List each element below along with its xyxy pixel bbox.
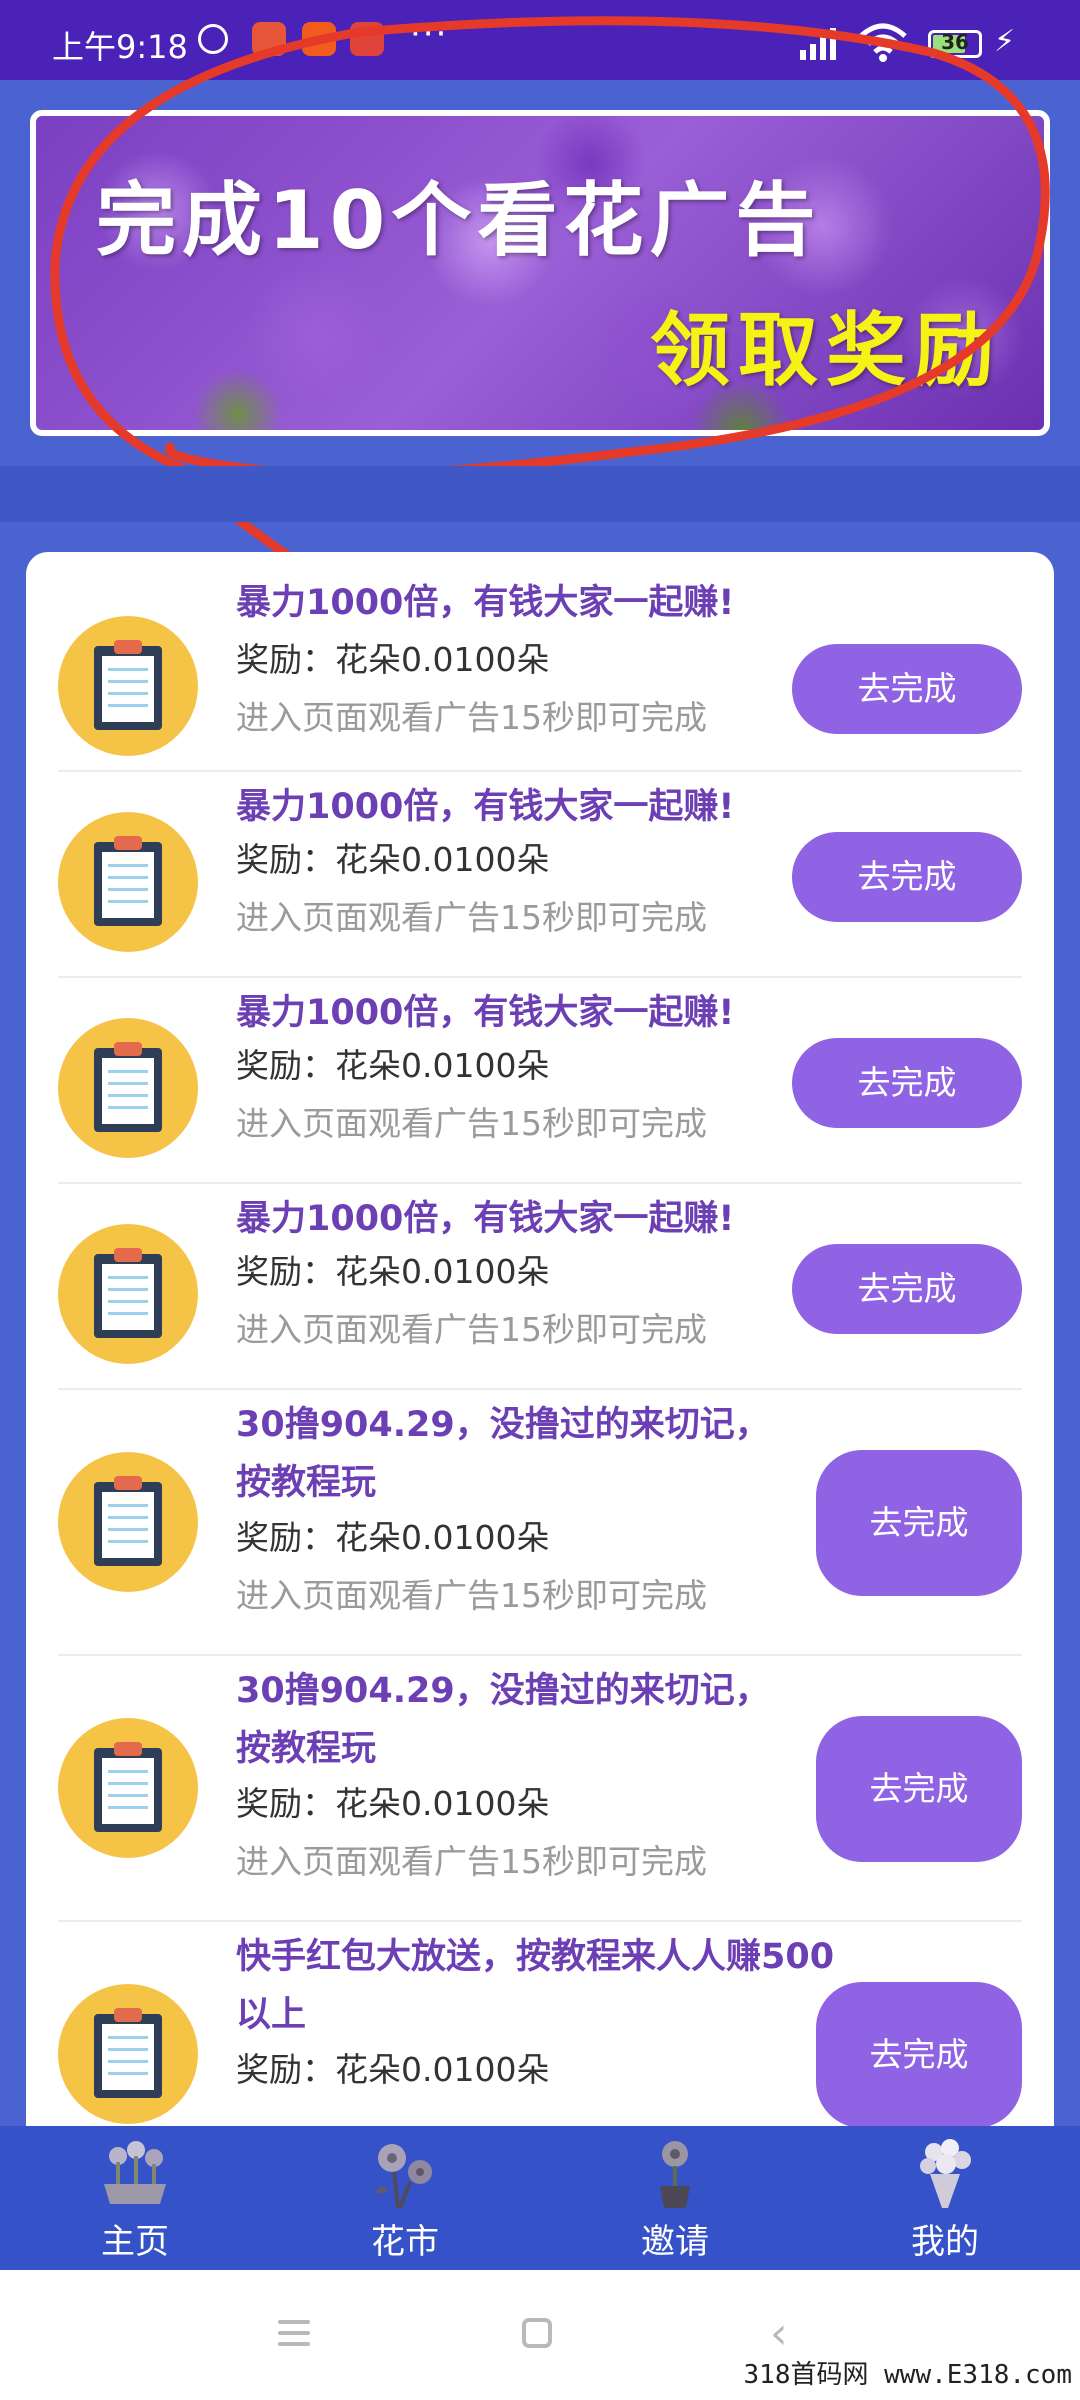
nav-label: 邀请 xyxy=(641,2222,709,2262)
more-notifications-indicator: ··· xyxy=(410,14,449,54)
task-reward: 奖励：花朵0.0100朵 xyxy=(236,1252,550,1291)
clipboard-icon xyxy=(58,1224,198,1364)
task-description: 进入页面观看广告15秒即可完成 xyxy=(236,1310,707,1349)
complete-task-button[interactable]: 去完成 xyxy=(816,1450,1022,1596)
task-title: 暴力1000倍，有钱大家一起赚! xyxy=(236,993,735,1033)
banner-title: 完成10个看花广告 xyxy=(96,174,822,267)
wifi-icon xyxy=(859,23,907,62)
charging-icon: ⚡ xyxy=(994,24,1016,59)
task-title: 暴力1000倍，有钱大家一起赚! xyxy=(236,583,735,623)
clipboard-icon xyxy=(58,616,198,756)
complete-task-button[interactable]: 去完成 xyxy=(816,1982,1022,2128)
task-description: 进入页面观看广告15秒即可完成 xyxy=(236,898,707,937)
status-bar: 上午9:18 ··· 36 ⚡ xyxy=(0,0,1080,80)
app-notification-icon xyxy=(350,22,384,56)
nav-label: 我的 xyxy=(911,2222,979,2262)
task-description: 进入页面观看广告15秒即可完成 xyxy=(236,1842,707,1881)
task-title: 暴力1000倍，有钱大家一起赚! xyxy=(236,787,735,827)
task-description: 进入页面观看广告15秒即可完成 xyxy=(236,1104,707,1143)
task-item: 暴力1000倍，有钱大家一起赚! 奖励：花朵0.0100朵 进入页面观看广告15… xyxy=(58,566,1022,772)
taobao-icon xyxy=(302,22,336,56)
task-item: 快手红包大放送，按教程来人人赚500以上 奖励：花朵0.0100朵 去完成 xyxy=(58,1922,1022,2152)
nav-item-flower-market[interactable]: 花市 xyxy=(270,2126,540,2270)
complete-task-button[interactable]: 去完成 xyxy=(792,1244,1022,1334)
clipboard-icon xyxy=(58,1018,198,1158)
task-item: 暴力1000倍，有钱大家一起赚! 奖励：花朵0.0100朵 进入页面观看广告15… xyxy=(58,1184,1022,1390)
banner-subtitle: 领取奖励 xyxy=(650,304,1002,397)
battery-level: 36 xyxy=(941,30,969,54)
task-item: 暴力1000倍，有钱大家一起赚! 奖励：花朵0.0100朵 进入页面观看广告15… xyxy=(58,978,1022,1184)
battery-icon: 36 xyxy=(928,30,982,58)
bottom-navigation: 主页 花市 邀请 我的 xyxy=(0,2126,1080,2270)
potted-flower-icon xyxy=(660,2141,690,2208)
clipboard-icon xyxy=(58,1718,198,1858)
clipboard-icon xyxy=(58,1984,198,2124)
task-item: 30撸904.29，没撸过的来切记，按教程玩 奖励：花朵0.0100朵 进入页面… xyxy=(58,1390,1022,1656)
nav-item-home[interactable]: 主页 xyxy=(0,2126,270,2270)
alarm-icon xyxy=(198,24,228,54)
watermark: 318首码网 www.E318.com xyxy=(743,2360,1072,2390)
task-title: 暴力1000倍，有钱大家一起赚! xyxy=(236,1199,735,1239)
nav-item-profile[interactable]: 我的 xyxy=(810,2126,1080,2270)
signal-icon xyxy=(800,28,836,60)
clipboard-icon xyxy=(58,1452,198,1592)
app-notification-icon xyxy=(252,22,286,56)
nav-label: 花市 xyxy=(371,2222,439,2262)
task-item: 暴力1000倍，有钱大家一起赚! 奖励：花朵0.0100朵 进入页面观看广告15… xyxy=(58,772,1022,978)
menu-icon[interactable] xyxy=(278,2320,310,2353)
nav-label: 主页 xyxy=(101,2222,169,2262)
task-reward: 奖励：花朵0.0100朵 xyxy=(236,640,550,679)
nav-item-invite[interactable]: 邀请 xyxy=(540,2126,810,2270)
task-reward: 奖励：花朵0.0100朵 xyxy=(236,1784,550,1823)
task-item: 30撸904.29，没撸过的来切记，按教程玩 奖励：花朵0.0100朵 进入页面… xyxy=(58,1656,1022,1922)
section-divider xyxy=(0,466,1080,522)
task-description: 进入页面观看广告15秒即可完成 xyxy=(236,698,707,737)
flowers-icon xyxy=(376,2144,432,2209)
back-icon[interactable]: ‹ xyxy=(770,2312,788,2356)
task-description: 进入页面观看广告15秒即可完成 xyxy=(236,1576,707,1615)
complete-task-button[interactable]: 去完成 xyxy=(792,644,1022,734)
status-time: 上午9:18 xyxy=(52,28,188,66)
promo-banner[interactable]: 完成10个看花广告 领取奖励 xyxy=(30,110,1050,436)
task-list: 暴力1000倍，有钱大家一起赚! 奖励：花朵0.0100朵 进入页面观看广告15… xyxy=(26,552,1054,2152)
task-title: 快手红包大放送，按教程来人人赚500以上 xyxy=(236,1937,835,2035)
complete-task-button[interactable]: 去完成 xyxy=(792,832,1022,922)
task-reward: 奖励：花朵0.0100朵 xyxy=(236,1518,550,1557)
bouquet-icon xyxy=(920,2139,971,2208)
flower-pot-icon xyxy=(104,2141,166,2204)
home-icon[interactable] xyxy=(522,2318,552,2348)
task-title: 30撸904.29，没撸过的来切记，按教程玩 xyxy=(236,1671,770,1769)
task-reward: 奖励：花朵0.0100朵 xyxy=(236,1046,550,1085)
task-reward: 奖励：花朵0.0100朵 xyxy=(236,2050,550,2089)
task-reward: 奖励：花朵0.0100朵 xyxy=(236,840,550,879)
complete-task-button[interactable]: 去完成 xyxy=(816,1716,1022,1862)
task-title: 30撸904.29，没撸过的来切记，按教程玩 xyxy=(236,1405,770,1503)
complete-task-button[interactable]: 去完成 xyxy=(792,1038,1022,1128)
clipboard-icon xyxy=(58,812,198,952)
